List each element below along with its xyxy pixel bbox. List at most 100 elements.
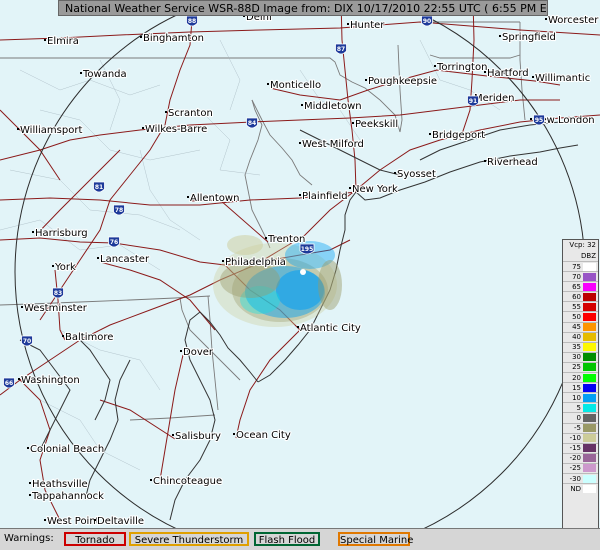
city-marker — [349, 187, 351, 189]
legend-level-swatch — [583, 434, 596, 443]
legend-unit: DBZ — [581, 252, 596, 260]
city-marker — [530, 118, 532, 120]
city-ocean-city: Ocean CityOcean City — [233, 429, 292, 442]
city-york: YorkYork — [52, 261, 77, 274]
city-west-milford: West MilfordWest Milford — [299, 138, 365, 151]
city-salisbury: SalisburySalisbury — [172, 430, 222, 443]
city-marker — [44, 39, 46, 41]
city-label: Philadelphia — [225, 257, 286, 268]
city-marker — [94, 519, 96, 521]
legend-level-label: 5 — [576, 403, 581, 412]
legend-level-swatch — [583, 282, 596, 291]
warnings-bar: Warnings: Tornado Severe Thunderstorm Flas… — [0, 528, 600, 550]
city-marker — [429, 133, 431, 135]
legend-level: 70 — [563, 271, 598, 281]
interstate-91-shield: 91 — [467, 95, 479, 107]
legend-level-swatch — [583, 333, 596, 342]
shield-number: 83 — [54, 290, 62, 297]
legend-level-label: -5 — [574, 424, 581, 433]
legend-level-label: 65 — [572, 282, 581, 291]
city-philadelphia: PhiladelphiaPhiladelphia — [222, 256, 287, 269]
city-label: Riverhead — [487, 157, 538, 168]
legend-level: 30 — [563, 351, 598, 362]
city-marker — [44, 519, 46, 521]
city-syosset: SyossetSyosset — [394, 168, 437, 181]
interstate-81-shield: 81 — [93, 181, 105, 193]
city-marker — [27, 447, 29, 449]
city-deltaville: DeltavilleDeltaville — [94, 515, 145, 528]
shield-number: 84 — [248, 120, 256, 127]
legend-rows: 75 70 65 60 55 50 45 40 35 30 25 20 15 10 5 0 -5 -10 -15 -2… — [563, 261, 598, 493]
legend-level: -25 — [563, 462, 598, 473]
interstate-87-shield: 87 — [335, 43, 347, 55]
city-label: Torrington — [436, 62, 487, 73]
city-label: Atlantic City — [300, 323, 361, 334]
city-label: West Milford — [302, 139, 364, 150]
city-label: Peekskill — [355, 119, 398, 130]
city-marker — [140, 36, 142, 38]
legend-level: 0 — [563, 412, 598, 422]
legend-level-label: ND — [570, 484, 581, 493]
city-marker — [180, 350, 182, 352]
city-label: Syosset — [397, 169, 436, 180]
city-label: Monticello — [270, 80, 321, 91]
interstate-84-shield: 84 — [246, 117, 258, 129]
legend-level-label: -25 — [569, 464, 581, 473]
city-scranton: ScrantonScranton — [165, 107, 214, 120]
legend-level-label: 0 — [576, 413, 581, 422]
city-label: Hartford — [487, 68, 529, 79]
city-marker — [29, 494, 31, 496]
city-new-york: New YorkNew York — [349, 183, 399, 196]
warning-toggle-flash-flood[interactable]: Flash Flood — [254, 532, 320, 546]
city-marker — [150, 479, 152, 481]
legend-level: -20 — [563, 452, 598, 463]
legend-level-label: -20 — [569, 454, 581, 463]
city-label: Chincoteague — [153, 476, 222, 487]
legend-level: ND — [563, 483, 598, 493]
shield-number: 78 — [115, 207, 123, 214]
legend-level-label: -30 — [569, 474, 581, 483]
city-marker — [32, 231, 34, 233]
legend-level-swatch — [583, 413, 596, 422]
city-middletown: MiddletownMiddletown — [301, 100, 363, 113]
shield-number: 95 — [535, 117, 543, 124]
city-marker — [187, 196, 189, 198]
city-harrisburg: HarrisburgHarrisburg — [32, 227, 89, 240]
warning-toggle-special-marine[interactable]: Special Marine — [338, 532, 413, 546]
shield-number: 76 — [110, 239, 118, 246]
city-label: Westminster — [24, 303, 88, 314]
city-marker — [545, 18, 547, 20]
legend-level-label: 35 — [572, 343, 581, 352]
city-torrington: TorringtonTorrington — [434, 61, 489, 74]
legend-level-swatch — [583, 343, 596, 352]
legend-level: -5 — [563, 422, 598, 433]
city-heathsville: HeathsvilleHeathsville — [29, 478, 89, 491]
warning-toggle-tornado[interactable]: Tornado — [64, 532, 126, 546]
shield-number: 81 — [95, 184, 103, 191]
legend-level-label: 10 — [572, 393, 581, 402]
city-colonial-beach: Colonial BeachColonial Beach — [27, 443, 105, 456]
city-marker — [347, 23, 349, 25]
city-monticello: MonticelloMonticello — [267, 79, 322, 92]
legend-level-swatch — [583, 474, 596, 483]
legend-level-swatch — [583, 383, 596, 392]
city-marker — [172, 434, 174, 436]
city-worcester: WorcesterWorcester — [545, 14, 600, 27]
city-label: Washington — [21, 375, 80, 386]
city-label: West Point — [47, 516, 100, 527]
dbz-legend: Vcp: 32 DBZ 75 70 65 60 55 50 45 40 35 30 25 20 15 10… — [562, 239, 599, 542]
warning-toggle-severe-thunderstorm[interactable]: Severe Thunderstorm — [129, 532, 249, 546]
legend-level: 25 — [563, 361, 598, 372]
warnings-label: Warnings: — [4, 533, 54, 544]
shield-number: 66 — [5, 380, 13, 387]
city-label: Tappahannock — [31, 491, 104, 502]
city-marker — [297, 326, 299, 328]
legend-level: 75 — [563, 261, 598, 271]
city-marker — [17, 128, 19, 130]
radar-map[interactable]: DelhiDelhiHunterHunter WorcesterWorcester… — [0, 0, 600, 550]
city-west-point: West PointWest Point — [44, 515, 101, 528]
city-label: Towanda — [82, 69, 127, 80]
legend-level-label: 50 — [572, 313, 581, 322]
legend-level: 45 — [563, 321, 598, 332]
city-willimantic: WillimanticWillimantic — [532, 72, 591, 85]
